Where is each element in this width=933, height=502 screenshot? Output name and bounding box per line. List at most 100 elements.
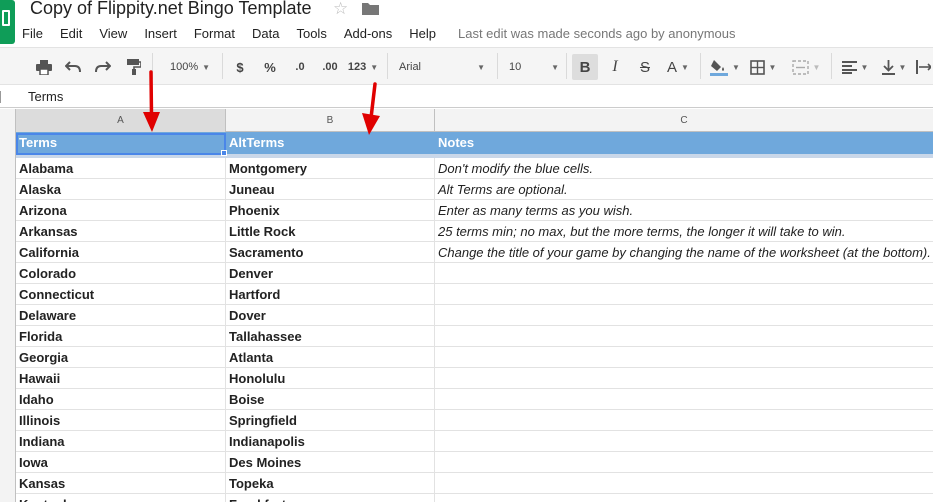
column-header-c[interactable]: C <box>435 109 933 132</box>
notes-cell[interactable] <box>435 368 933 389</box>
alt-term-cell[interactable]: Atlanta <box>226 347 435 368</box>
notes-cell[interactable] <box>435 494 933 502</box>
fill-handle[interactable] <box>221 150 227 156</box>
cell-b1[interactable]: AltTerms <box>226 132 435 154</box>
formula-bar[interactable]: Terms <box>0 86 933 108</box>
font-size-select[interactable]: 10 ▼ <box>509 56 559 78</box>
notes-cell[interactable] <box>435 263 933 284</box>
alt-term-cell[interactable]: Hartford <box>226 284 435 305</box>
menu-add-ons[interactable]: Add-ons <box>344 26 392 41</box>
font-size-value: 10 <box>509 61 522 73</box>
term-cell[interactable]: Connecticut <box>16 284 226 305</box>
borders-icon[interactable]: ▼ <box>748 56 778 78</box>
notes-cell[interactable] <box>435 452 933 473</box>
term-cell[interactable]: Kentucky <box>16 494 226 502</box>
cell-c1[interactable]: Notes <box>435 132 933 154</box>
alt-term-cell[interactable]: Denver <box>226 263 435 284</box>
folder-icon[interactable] <box>362 2 379 15</box>
notes-cell[interactable]: 25 terms min; no max, but the more terms… <box>435 221 933 242</box>
bold-button[interactable]: B <box>572 54 598 80</box>
currency-format-button[interactable]: $ <box>233 56 247 78</box>
increase-decimals-button[interactable]: .00 <box>318 56 342 78</box>
vertical-align-icon[interactable]: ▼ <box>880 56 908 78</box>
cell-a1[interactable]: Terms <box>16 132 226 154</box>
alt-term-cell[interactable]: Montgomery <box>226 158 435 179</box>
more-formats-button[interactable]: 123 ▼ <box>348 56 378 78</box>
alt-term-cell[interactable]: Des Moines <box>226 452 435 473</box>
alt-term-cell[interactable]: Dover <box>226 305 435 326</box>
undo-icon[interactable] <box>63 56 83 78</box>
term-cell[interactable]: Arkansas <box>16 221 226 242</box>
percent-format-button[interactable]: % <box>261 56 279 78</box>
menu-insert[interactable]: Insert <box>144 26 177 41</box>
term-cell[interactable]: Illinois <box>16 410 226 431</box>
formula-input[interactable]: Terms <box>28 89 63 104</box>
select-all-corner[interactable] <box>0 109 16 132</box>
alt-term-cell[interactable]: Juneau <box>226 179 435 200</box>
paint-format-icon[interactable] <box>124 56 144 78</box>
merge-cells-icon[interactable]: ▼ <box>789 56 823 78</box>
term-cell[interactable]: Hawaii <box>16 368 226 389</box>
notes-cell[interactable]: Alt Terms are optional. <box>435 179 933 200</box>
alt-term-cell[interactable]: Sacramento <box>226 242 435 263</box>
text-color-button[interactable]: A ▼ <box>664 56 692 78</box>
term-cell[interactable]: Alaska <box>16 179 226 200</box>
spreadsheet-grid[interactable]: A B C Terms AltTerms Notes Alabama Montgo… <box>0 109 933 502</box>
italic-button[interactable]: I <box>606 56 624 78</box>
notes-cell[interactable]: Enter as many terms as you wish. <box>435 200 933 221</box>
notes-cell[interactable] <box>435 326 933 347</box>
alt-term-cell[interactable]: Indianapolis <box>226 431 435 452</box>
menu-data[interactable]: Data <box>252 26 279 41</box>
print-icon[interactable] <box>34 56 54 78</box>
zoom-select[interactable]: 100% ▼ <box>164 56 216 78</box>
notes-cell[interactable] <box>435 284 933 305</box>
sheets-logo-icon[interactable] <box>0 0 15 44</box>
term-cell[interactable]: Georgia <box>16 347 226 368</box>
notes-cell[interactable]: Don't modify the blue cells. <box>435 158 933 179</box>
menu-view[interactable]: View <box>99 26 127 41</box>
alt-term-cell[interactable]: Frankfort <box>226 494 435 502</box>
term-cell[interactable]: Indiana <box>16 431 226 452</box>
star-icon[interactable]: ☆ <box>333 0 348 19</box>
term-cell[interactable]: California <box>16 242 226 263</box>
menu-help[interactable]: Help <box>409 26 436 41</box>
term-cell[interactable]: Arizona <box>16 200 226 221</box>
decrease-decimals-button[interactable]: .0 <box>290 56 310 78</box>
notes-cell[interactable] <box>435 431 933 452</box>
row-header-gutter[interactable] <box>0 132 16 502</box>
menu-tools[interactable]: Tools <box>296 26 326 41</box>
alt-term-cell[interactable]: Springfield <box>226 410 435 431</box>
term-cell[interactable]: Alabama <box>16 158 226 179</box>
term-cell[interactable]: Florida <box>16 326 226 347</box>
font-family-select[interactable]: Arial ▼ <box>399 56 485 78</box>
column-header-a[interactable]: A <box>16 109 226 132</box>
fill-color-icon[interactable]: ▼ <box>708 56 742 78</box>
alt-term-cell[interactable]: Honolulu <box>226 368 435 389</box>
alt-term-cell[interactable]: Phoenix <box>226 200 435 221</box>
last-edit-link[interactable]: Last edit was made seconds ago by anonym… <box>458 26 736 41</box>
menu-format[interactable]: Format <box>194 26 235 41</box>
term-cell[interactable]: Kansas <box>16 473 226 494</box>
notes-cell[interactable]: Change the title of your game by changin… <box>435 242 933 263</box>
term-cell[interactable]: Delaware <box>16 305 226 326</box>
document-title[interactable]: Copy of Flippity.net Bingo Template <box>30 0 312 19</box>
term-cell[interactable]: Colorado <box>16 263 226 284</box>
strikethrough-button[interactable]: S <box>636 56 654 78</box>
term-cell[interactable]: Idaho <box>16 389 226 410</box>
alt-term-cell[interactable]: Boise <box>226 389 435 410</box>
horizontal-align-icon[interactable]: ▼ <box>840 56 870 78</box>
term-cell[interactable]: Iowa <box>16 452 226 473</box>
notes-cell[interactable] <box>435 410 933 431</box>
text-wrapping-icon[interactable] <box>914 56 932 78</box>
alt-term-cell[interactable]: Little Rock <box>226 221 435 242</box>
menu-file[interactable]: File <box>22 26 43 41</box>
alt-term-cell[interactable]: Tallahassee <box>226 326 435 347</box>
notes-cell[interactable] <box>435 473 933 494</box>
column-header-b[interactable]: B <box>226 109 435 132</box>
notes-cell[interactable] <box>435 389 933 410</box>
notes-cell[interactable] <box>435 347 933 368</box>
alt-term-cell[interactable]: Topeka <box>226 473 435 494</box>
menu-edit[interactable]: Edit <box>60 26 82 41</box>
notes-cell[interactable] <box>435 305 933 326</box>
redo-icon[interactable] <box>93 56 113 78</box>
